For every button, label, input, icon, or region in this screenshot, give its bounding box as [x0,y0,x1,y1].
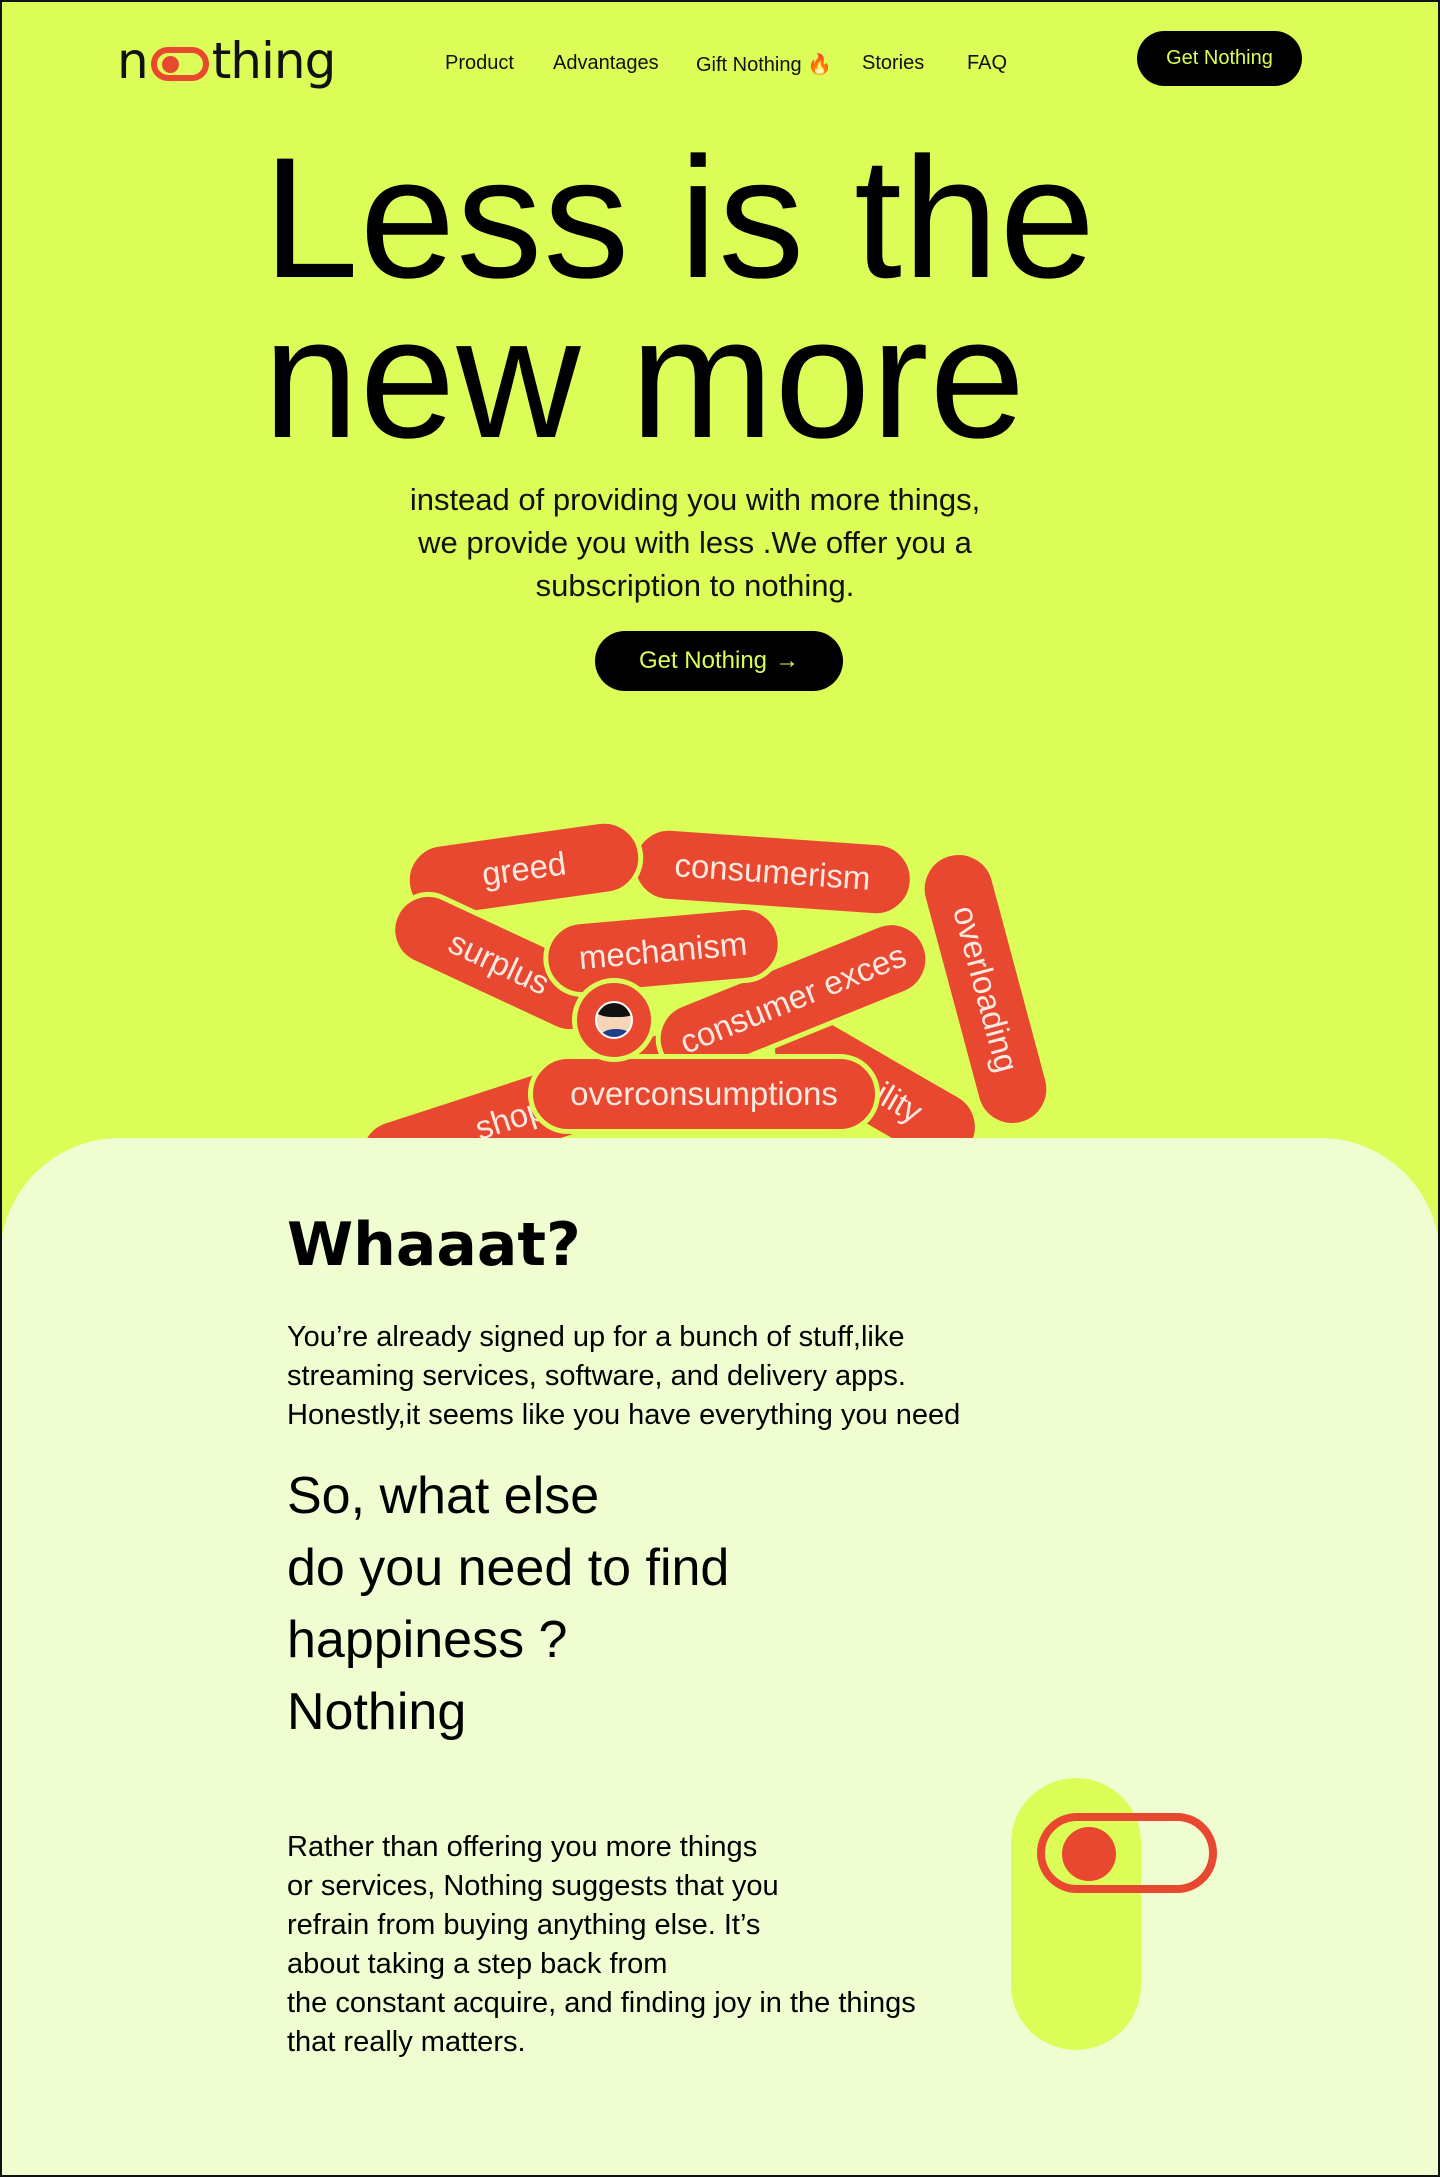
pill-overconsumptions: overconsumptions [528,1054,880,1134]
person-avatar-icon [595,1001,633,1039]
pill-greed-label: greed [479,844,569,893]
pill-overconsumptions-label: overconsumptions [570,1075,838,1112]
arrow-right-icon: → [775,647,800,674]
about-detail-line-2: or services, Nothing suggests that you [287,1870,779,1902]
about-detail-paragraph: Rather than offering you more things or … [287,1828,987,2062]
about-detail-line-3: refrain from buying anything else. It’s [287,1909,761,1941]
question-line-1: So, what else [287,1467,600,1525]
happiness-question: So, what else do you need to find happin… [287,1460,887,1748]
question-line-4: Nothing [287,1683,467,1741]
logo[interactable]: n thing [117,30,337,92]
get-nothing-hero-button[interactable]: Get Nothing → [595,631,843,691]
pill-mechanism-label: mechanism [577,924,749,977]
nav-product[interactable]: Product [445,52,514,75]
about-intro-line-1: You’re already signed up for a bunch of … [287,1321,905,1353]
about-intro-line-3: Honestly,it seems like you have everythi… [287,1399,961,1431]
about-heading: Whaaat? [287,1210,581,1280]
hero-title: Less is the new more [263,132,1213,464]
nav-gift-label: Gift Nothing [696,54,802,76]
logo-text-start: n [117,32,149,90]
about-intro-paragraph: You’re already signed up for a bunch of … [287,1318,1007,1435]
question-line-3: happiness ? [287,1611,568,1669]
get-nothing-header-button[interactable]: Get Nothing [1137,31,1302,86]
question-line-2: do you need to find [287,1539,730,1597]
hero-cta-label: Get Nothing [638,647,768,674]
toggle-illustration-icon [1037,1813,1217,1893]
about-detail-line-6: that really matters. [287,2026,526,2058]
nav-faq[interactable]: FAQ [967,52,1007,75]
word-pill-pile: shopping pability consumerism greed surp… [0,800,1440,1160]
avatar [572,978,656,1062]
pill-surplus-label: surplus [443,923,556,1002]
about-detail-line-5: the constant acquire, and finding joy in… [287,1987,916,2019]
pill-consumerism-label: consumerism [673,846,872,897]
hero-subtitle-line-1: instead of providing you with more thing… [409,482,981,517]
nav-advantages[interactable]: Advantages [553,52,659,75]
logo-text-end: thing [211,32,337,90]
toggle-knob [1062,1827,1116,1881]
flame-icon: 🔥 [807,54,833,76]
nav-stories[interactable]: Stories [862,52,924,75]
about-detail-line-4: about taking a step back from [287,1948,668,1980]
toggle-logo-icon [150,47,209,81]
nav-gift-nothing[interactable]: Gift Nothing 🔥 [696,52,832,77]
about-intro-line-2: streaming services, software, and delive… [287,1360,906,1392]
hero-title-line-2: new more [263,282,1027,474]
hero-subtitle: instead of providing you with more thing… [330,478,1060,607]
about-detail-line-1: Rather than offering you more things [287,1831,758,1863]
pill-overloading-label: overloading [946,901,1026,1077]
pill-consumerism: consumerism [627,823,918,921]
hero-subtitle-line-2: we provide you with less .We offer you a [418,525,972,560]
hero-subtitle-line-3: subscription to nothing. [535,568,855,603]
